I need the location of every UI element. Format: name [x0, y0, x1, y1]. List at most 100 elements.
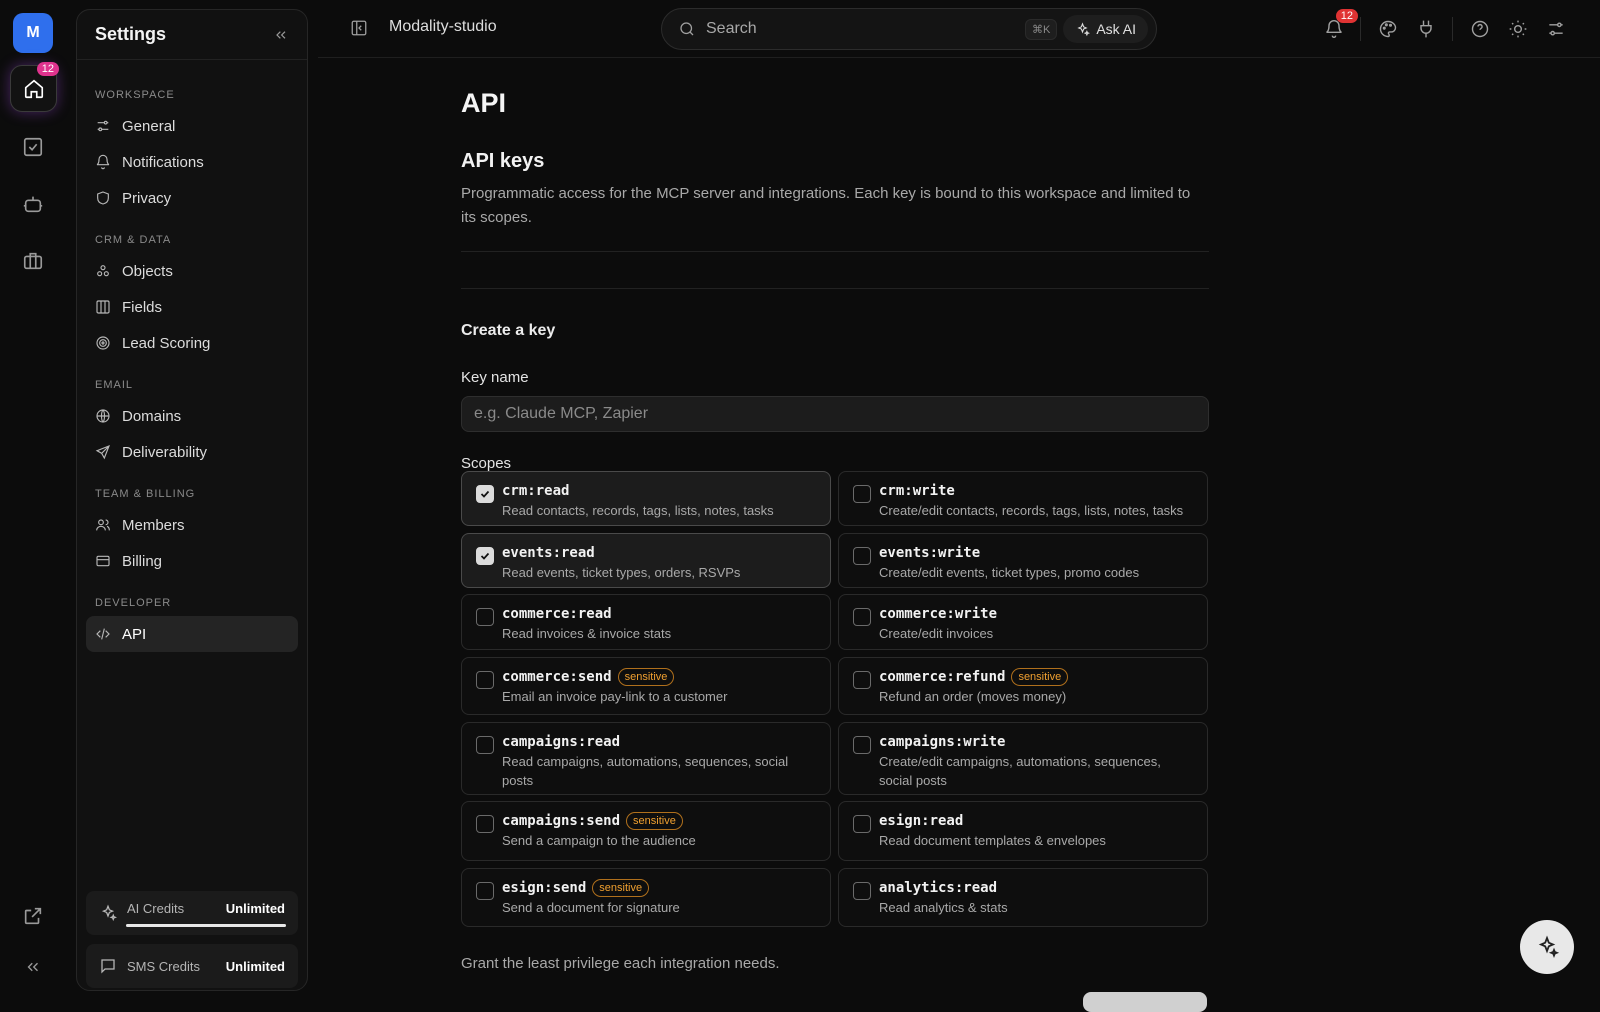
create-key-button[interactable]: [1083, 992, 1207, 1012]
notifications-badge: 12: [1335, 9, 1358, 23]
collapse-panel-icon[interactable]: [273, 27, 289, 43]
sms-credits: SMS Credits Unlimited: [86, 944, 298, 988]
scope-option-analytics-read[interactable]: analytics:read Read analytics & stats: [838, 868, 1208, 927]
scope-name: esign:send sensitive: [502, 879, 816, 897]
top-bar: Modality-studio Search ⌘K Ask AI 12: [318, 0, 1600, 58]
scope-name: events:read: [502, 544, 816, 562]
scope-name: esign:read: [879, 812, 1193, 830]
external-link-button[interactable]: [19, 902, 47, 930]
scope-checkbox[interactable]: [476, 547, 494, 565]
scope-name: commerce:send sensitive: [502, 668, 816, 686]
sparkles-icon: [1077, 21, 1091, 36]
scope-name: commerce:read: [502, 605, 816, 623]
sidebar-item-label: Lead Scoring: [122, 334, 211, 352]
scope-name-text: commerce:refund: [879, 669, 1006, 685]
theme-palette-button[interactable]: [1376, 17, 1400, 41]
scope-checkbox[interactable]: [853, 736, 871, 754]
sidebar-item-domains[interactable]: Domains: [86, 398, 298, 434]
scope-option-commerce-read[interactable]: commerce:read Read invoices & invoice sta…: [461, 594, 831, 650]
scope-option-esign-send[interactable]: esign:send sensitive Send a document for s…: [461, 868, 831, 927]
sidebar-item-objects[interactable]: Objects: [86, 253, 298, 289]
scope-checkbox[interactable]: [476, 671, 494, 689]
home-button[interactable]: 12: [10, 62, 59, 112]
ask-ai-button[interactable]: Ask AI: [1063, 15, 1148, 43]
tasks-button[interactable]: [19, 133, 47, 161]
scope-option-events-write[interactable]: events:write Create/edit events, ticket t…: [838, 533, 1208, 588]
sidebar-item-general[interactable]: General: [86, 108, 298, 144]
settings-panel: Settings WORKSPACE General Notifications Pr…: [76, 9, 308, 991]
home-badge: 12: [36, 62, 59, 76]
sidebar-item-fields[interactable]: Fields: [86, 289, 298, 325]
scope-checkbox[interactable]: [476, 485, 494, 503]
scope-option-crm-write[interactable]: crm:write Create/edit contacts, records, …: [838, 471, 1208, 526]
sidebar-item-deliverability[interactable]: Deliverability: [86, 434, 298, 470]
scope-name-text: events:read: [502, 545, 595, 561]
divider: [461, 251, 1209, 252]
sidebar-item-label: Notifications: [122, 153, 204, 171]
help-button[interactable]: [1468, 17, 1492, 41]
scope-checkbox[interactable]: [476, 882, 494, 900]
scopes-label: Scopes: [461, 455, 512, 472]
sensitive-badge: sensitive: [626, 812, 683, 830]
scope-checkbox[interactable]: [476, 736, 494, 754]
section-title: API keys: [461, 150, 545, 172]
preferences-button[interactable]: [1544, 17, 1568, 41]
search-icon: [680, 22, 694, 36]
scope-option-campaigns-read[interactable]: campaigns:read Read campaigns, automation…: [461, 722, 831, 795]
sidebar-item-billing[interactable]: Billing: [86, 543, 298, 579]
scope-checkbox[interactable]: [476, 815, 494, 833]
scope-checkbox[interactable]: [853, 671, 871, 689]
notifications-button[interactable]: 12: [1322, 9, 1358, 41]
scope-name: crm:write: [879, 482, 1193, 500]
scope-option-campaigns-write[interactable]: campaigns:write Create/edit campaigns, au…: [838, 722, 1208, 795]
scope-option-events-read[interactable]: events:read Read events, ticket types, or…: [461, 533, 831, 588]
scope-option-crm-read[interactable]: crm:read Read contacts, records, tags, li…: [461, 471, 831, 526]
scope-option-commerce-refund[interactable]: commerce:refund sensitive Refund an order …: [838, 657, 1208, 715]
plug-icon: [1420, 20, 1432, 38]
nav-section-label: WORKSPACE: [95, 89, 175, 101]
globe-icon: [96, 409, 110, 423]
theme-toggle-button[interactable]: [1506, 17, 1530, 41]
sidebar-item-api[interactable]: API: [86, 616, 298, 652]
scope-checkbox[interactable]: [853, 547, 871, 565]
sidebar-item-label: Members: [122, 516, 185, 534]
scope-option-commerce-send[interactable]: commerce:send sensitive Email an invoice p…: [461, 657, 831, 715]
scope-name-text: campaigns:read: [502, 734, 621, 750]
target-icon: [96, 336, 110, 350]
scope-name-text: esign:read: [879, 813, 964, 829]
scope-name: analytics:read: [879, 879, 1193, 897]
sidebar-item-notifications[interactable]: Notifications: [86, 144, 298, 180]
sliders-icon: [1549, 22, 1563, 36]
nav-section-label: TEAM & BILLING: [95, 488, 196, 500]
workspace-name[interactable]: Modality-studio: [389, 18, 497, 36]
sidebar-item-label: Deliverability: [122, 443, 208, 461]
key-name-input[interactable]: [461, 396, 1209, 432]
sidebar-toggle-button[interactable]: [350, 19, 368, 42]
ai-assistant-button[interactable]: [1520, 920, 1574, 974]
sidebar-item-lead-scoring[interactable]: Lead Scoring: [86, 325, 298, 361]
scope-option-esign-read[interactable]: esign:read Read document templates & enve…: [838, 801, 1208, 861]
scope-description: Read contacts, records, tags, lists, not…: [502, 503, 774, 518]
workspace-avatar[interactable]: M: [13, 13, 53, 53]
search-bar[interactable]: Search ⌘K Ask AI: [661, 8, 1157, 50]
tasks-icon: [23, 137, 43, 157]
scope-option-campaigns-send[interactable]: campaigns:send sensitive Send a campaign t…: [461, 801, 831, 861]
collapse-rail-button[interactable]: [19, 953, 47, 981]
scope-description: Create/edit campaigns, automations, sequ…: [879, 754, 1161, 788]
scope-checkbox[interactable]: [853, 815, 871, 833]
scope-checkbox[interactable]: [476, 608, 494, 626]
scope-checkbox[interactable]: [853, 485, 871, 503]
scope-checkbox[interactable]: [853, 608, 871, 626]
sensitive-badge: sensitive: [617, 668, 675, 686]
scope-option-commerce-write[interactable]: commerce:write Create/edit invoices: [838, 594, 1208, 650]
integrations-button[interactable]: [1414, 17, 1438, 41]
scope-name-text: commerce:write: [879, 606, 998, 622]
sidebar-item-label: API: [122, 625, 147, 643]
briefcase-button[interactable]: [19, 247, 47, 275]
bot-button[interactable]: [19, 190, 47, 218]
scope-checkbox[interactable]: [853, 882, 871, 900]
sidebar-item-members[interactable]: Members: [86, 507, 298, 543]
sidebar-item-privacy[interactable]: Privacy: [86, 180, 298, 216]
scope-name: commerce:write: [879, 605, 1193, 623]
shield-icon: [97, 191, 109, 205]
